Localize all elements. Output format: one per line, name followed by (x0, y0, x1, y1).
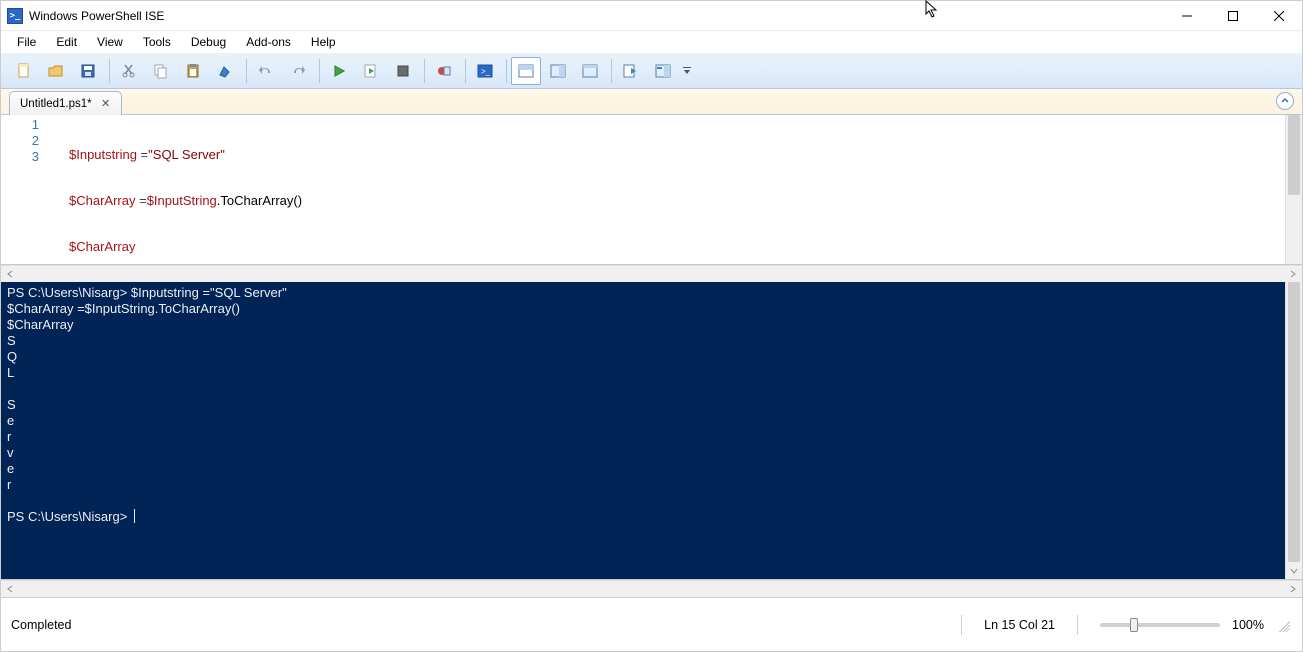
zoom-slider[interactable] (1100, 623, 1220, 627)
menu-file[interactable]: File (8, 33, 45, 51)
maximize-button[interactable] (1210, 1, 1256, 31)
cursor-position: Ln 15 Col 21 (984, 618, 1055, 632)
script-editor[interactable]: 1 2 3 $Inputstring ="SQL Server" $CharAr… (1, 115, 1302, 265)
editor-horizontal-scrollbar[interactable] (1, 265, 1302, 282)
statusbar: Completed Ln 15 Col 21 100% (1, 597, 1302, 651)
powershell-console-button[interactable]: >_ (470, 57, 500, 85)
console-pane: PS C:\Users\Nisarg> $Inputstring ="SQL S… (1, 282, 1302, 580)
tab-close-button[interactable]: ✕ (99, 97, 113, 111)
menu-help[interactable]: Help (302, 33, 345, 51)
menu-tools[interactable]: Tools (134, 33, 180, 51)
minimize-button[interactable] (1164, 1, 1210, 31)
show-command-addon-button[interactable] (648, 57, 678, 85)
menubar: File Edit View Tools Debug Add-ons Help (1, 31, 1302, 53)
code-area[interactable]: $Inputstring ="SQL Server" $CharArray =$… (59, 115, 1285, 264)
svg-text:>_: >_ (481, 67, 491, 76)
tab-untitled1[interactable]: Untitled1.ps1* ✕ (9, 91, 122, 115)
tab-strip: Untitled1.ps1* ✕ (1, 89, 1302, 115)
undo-button[interactable] (251, 57, 281, 85)
close-button[interactable] (1256, 1, 1302, 31)
zoom-level: 100% (1232, 618, 1264, 632)
toolbar-overflow-button[interactable] (680, 57, 694, 85)
editor-vertical-scrollbar[interactable] (1285, 115, 1302, 264)
console-output[interactable]: PS C:\Users\Nisarg> $Inputstring ="SQL S… (1, 282, 1285, 579)
line-number-gutter: 1 2 3 (1, 115, 59, 264)
layout-top-button[interactable] (511, 57, 541, 85)
paste-button[interactable] (178, 57, 208, 85)
console-cursor (134, 509, 135, 523)
redo-button[interactable] (283, 57, 313, 85)
menu-edit[interactable]: Edit (47, 33, 86, 51)
window-title: Windows PowerShell ISE (29, 9, 164, 23)
status-message: Completed (11, 618, 71, 632)
menu-debug[interactable]: Debug (182, 33, 235, 51)
copy-button[interactable] (146, 57, 176, 85)
console-vertical-scrollbar[interactable] (1285, 282, 1302, 579)
layout-right-button[interactable] (543, 57, 573, 85)
console-horizontal-scrollbar[interactable] (1, 580, 1302, 597)
stop-button[interactable] (388, 57, 418, 85)
show-command-button[interactable] (616, 57, 646, 85)
new-file-button[interactable] (9, 57, 39, 85)
open-file-button[interactable] (41, 57, 71, 85)
cut-button[interactable] (114, 57, 144, 85)
layout-full-button[interactable] (575, 57, 605, 85)
breakpoint-button[interactable] (429, 57, 459, 85)
collapse-script-pane-button[interactable] (1276, 92, 1294, 110)
run-selection-button[interactable] (356, 57, 386, 85)
menu-addons[interactable]: Add-ons (237, 33, 300, 51)
tab-label: Untitled1.ps1* (20, 98, 92, 110)
titlebar: >_ Windows PowerShell ISE (1, 1, 1302, 31)
clear-button[interactable] (210, 57, 240, 85)
app-icon: >_ (7, 8, 23, 24)
menu-view[interactable]: View (88, 33, 132, 51)
save-button[interactable] (73, 57, 103, 85)
run-button[interactable] (324, 57, 354, 85)
toolbar: >_ (1, 53, 1302, 89)
resize-grip-icon[interactable] (1276, 618, 1290, 632)
